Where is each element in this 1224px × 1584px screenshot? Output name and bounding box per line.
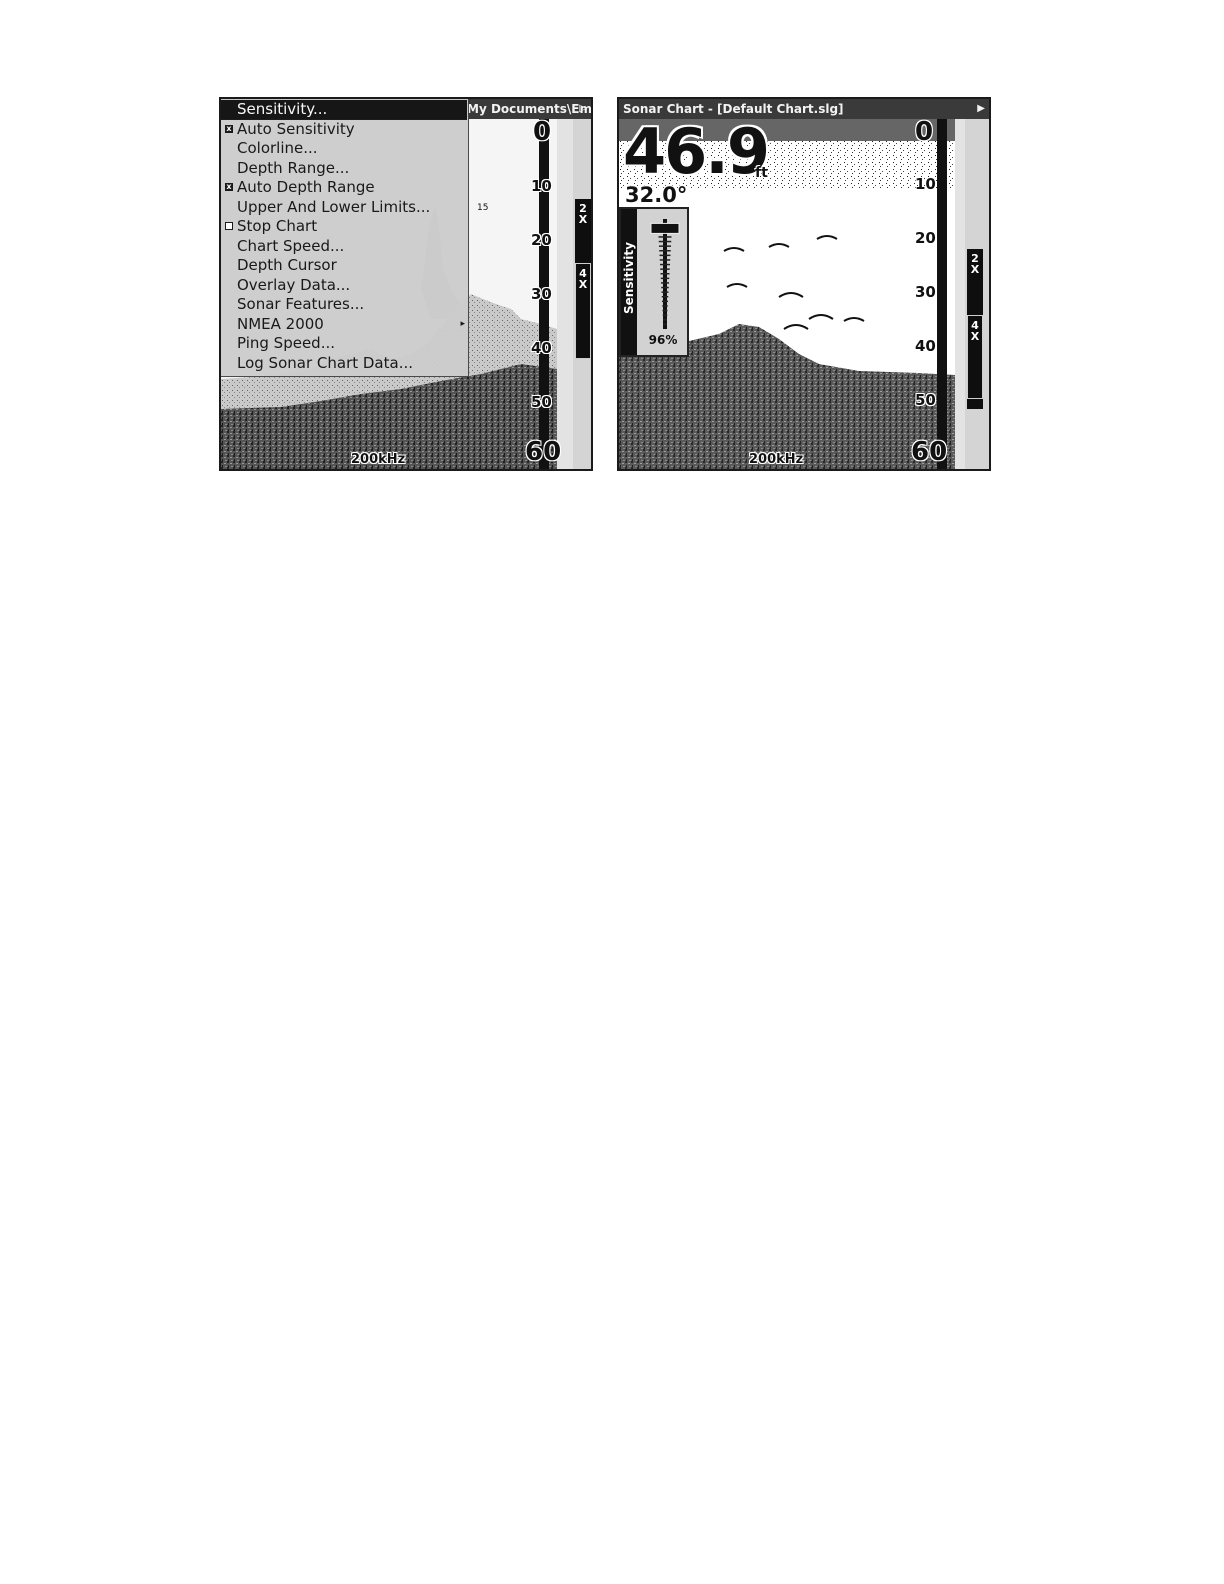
slider-knob[interactable] (650, 222, 680, 234)
slider-tick (659, 245, 671, 247)
depth-scale-label: 20 (915, 229, 936, 247)
sensitivity-panel[interactable]: Sensitivity 96% (619, 207, 689, 357)
slider-tick (661, 286, 669, 289)
depth-scale-label: 20 (531, 231, 552, 249)
menu-item-sensitivity[interactable]: Sensitivity... (221, 100, 467, 120)
depth-scale-label: 60 (911, 437, 948, 467)
slider-tick (661, 291, 669, 293)
menu-item-chart-speed[interactable]: Chart Speed... (221, 237, 467, 257)
depth-scale-label: 0 (533, 117, 552, 147)
depth-scale-label: 50 (531, 393, 552, 411)
checkbox-checked-icon[interactable]: x (225, 183, 233, 191)
menu-item-upper-lower-limits[interactable]: Upper And Lower Limits... (221, 198, 467, 218)
depth-scale-label: 40 (531, 339, 552, 357)
menu-item-log-sonar-chart-data[interactable]: Log Sonar Chart Data... (221, 354, 467, 374)
slider-tick (658, 240, 672, 243)
menu-item-auto-depth-range[interactable]: x Auto Depth Range (221, 178, 467, 198)
slider-tick (658, 236, 672, 238)
slider-tick (660, 268, 670, 270)
slider-tick (659, 254, 671, 257)
slider-tick (663, 319, 667, 321)
zoom-2x-button[interactable]: 2 X (575, 203, 591, 225)
slider-tick (663, 323, 667, 326)
zoom-4x-button[interactable]: 4 X (575, 263, 591, 359)
slider-tick (661, 296, 669, 298)
menu-item-stop-chart[interactable]: Stop Chart (221, 217, 467, 237)
slider-tick (660, 263, 670, 266)
depth-scale-label: 40 (915, 337, 936, 355)
depth-readout: 46.9 (623, 115, 770, 188)
depth-unit: ft (755, 165, 768, 181)
sensitivity-slider[interactable] (645, 215, 685, 331)
depth-scale-label: 30 (915, 283, 936, 301)
menu-item-nmea-2000[interactable]: NMEA 2000 ▸ (221, 315, 467, 335)
depth-scale-label: 60 (525, 437, 562, 467)
depth-scale-label: 30 (531, 285, 552, 303)
slider-tick (662, 314, 668, 316)
checkbox-unchecked-icon[interactable] (225, 222, 233, 230)
sonar-screen-left: My Documents\Emula... ▷ (219, 97, 593, 471)
slider-tick (662, 305, 668, 307)
sensitivity-percent: 96% (648, 333, 678, 347)
zoom-2x-button[interactable]: 2 X (967, 253, 983, 275)
sensitivity-tab: Sensitivity (621, 209, 637, 355)
slider-tick (662, 300, 668, 303)
slider-tick (660, 273, 670, 275)
sonar-display: 0 10 20 30 40 50 60 46.9 ft 32.0° Sensit… (619, 115, 989, 469)
slider-tick (659, 250, 671, 252)
slider-tick (659, 259, 671, 261)
zoom-bar[interactable]: 2 X 4 X (967, 249, 983, 409)
menu-item-overlay-data[interactable]: Overlay Data... (221, 276, 467, 296)
depth-scale-label: 50 (915, 391, 936, 409)
zoom-bar[interactable]: 2 X 4 X (575, 199, 591, 359)
sonar-menu: Sensitivity... x Auto Sensitivity Colorl… (221, 99, 469, 377)
menu-item-ping-speed[interactable]: Ping Speed... (221, 334, 467, 354)
window-title: My Documents\Emula... (467, 102, 591, 116)
fish-depth-label: 15 (477, 203, 489, 213)
depth-scale-label: 10 (531, 177, 552, 195)
slider-tick (661, 282, 669, 284)
window-title: Sonar Chart - [Default Chart.slg] (623, 102, 844, 116)
slider-tick (662, 309, 668, 312)
frequency-label: 200kHz (749, 452, 804, 467)
sensitivity-label: Sensitivity (622, 242, 636, 314)
title-arrow-icon[interactable]: ▷ (579, 99, 587, 119)
frequency-label: 200kHz (351, 452, 406, 467)
menu-item-depth-cursor[interactable]: Depth Cursor (221, 256, 467, 276)
menu-item-depth-range[interactable]: Depth Range... (221, 159, 467, 179)
sonar-screen-right: Sonar Chart - [Default Chart.slg] ▶ 0 10… (617, 97, 991, 471)
slider-tick (660, 277, 670, 280)
menu-item-auto-sensitivity[interactable]: x Auto Sensitivity (221, 120, 467, 140)
menu-item-colorline[interactable]: Colorline... (221, 139, 467, 159)
menu-item-sonar-features[interactable]: Sonar Features... (221, 295, 467, 315)
temperature-readout: 32.0° (625, 183, 688, 207)
submenu-arrow-icon: ▸ (460, 318, 465, 329)
title-arrow-icon[interactable]: ▶ (977, 99, 985, 119)
checkbox-checked-icon[interactable]: x (225, 124, 233, 133)
depth-scale-label: 0 (915, 117, 934, 147)
zoom-4x-button[interactable]: 4 X (967, 315, 983, 399)
depth-scale-label: 10 (915, 175, 936, 193)
